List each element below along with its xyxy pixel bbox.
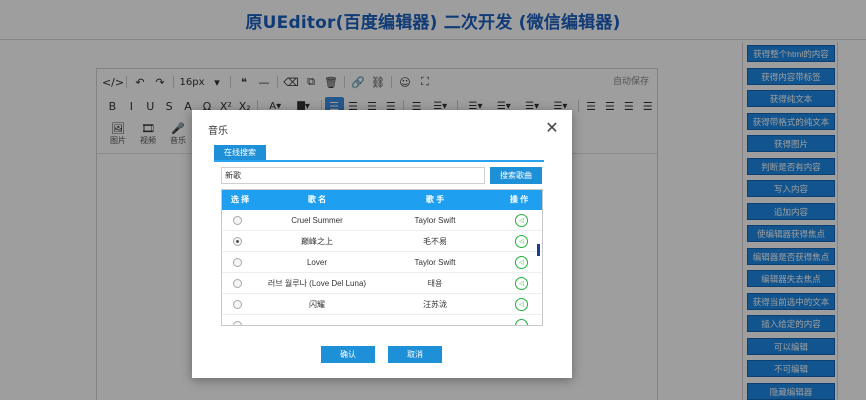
table-row[interactable]: 闪耀 汪苏泷 ◁ [222, 294, 542, 315]
artist-cell: Taylor Swift [414, 216, 456, 225]
column-header-song: 歌 名 [307, 195, 327, 204]
song-table: 选 择 歌 名 歌 手 操 作 Cruel Summer Taylor Swift… [221, 189, 543, 326]
table-row[interactable]: 巅峰之上 毛不易 ◁ [222, 231, 542, 252]
song-name-cell: 러브 월루나 (Love Del Luna) [267, 279, 367, 288]
play-icon[interactable]: ◁ [515, 298, 528, 311]
play-icon[interactable]: ◁ [515, 256, 528, 269]
dialog-title: 音乐 [208, 126, 228, 137]
table-row[interactable]: Cruel Summer Taylor Swift ◁ [222, 210, 542, 231]
song-name-cell: Lover [306, 258, 327, 267]
column-header-action: 操 作 [509, 195, 529, 204]
select-radio[interactable] [233, 321, 242, 325]
table-row[interactable]: Lover Taylor Swift ◁ [222, 252, 542, 273]
table-header: 选 择 歌 名 歌 手 操 作 [222, 190, 542, 210]
tab-bar: 在线搜索 [214, 145, 544, 162]
play-icon[interactable]: ◁ [515, 235, 528, 248]
song-name-cell: 巅峰之上 [301, 237, 333, 246]
play-icon[interactable]: ◁ [515, 277, 528, 290]
select-radio[interactable] [233, 279, 242, 288]
column-header-select: 选 择 [230, 195, 250, 204]
confirm-button[interactable]: 确认 [321, 346, 375, 363]
play-icon[interactable]: ◁ [515, 214, 528, 227]
select-radio[interactable] [233, 300, 242, 309]
select-radio[interactable] [233, 258, 242, 267]
play-icon[interactable] [515, 319, 528, 325]
song-name-cell: Cruel Summer [291, 216, 343, 225]
artist-cell: Taylor Swift [414, 258, 456, 267]
cancel-button[interactable]: 取消 [388, 346, 442, 363]
artist-cell: 汪苏泷 [423, 300, 447, 309]
artist-cell: 태용 [427, 279, 443, 288]
table-row[interactable]: 러브 월루나 (Love Del Luna) 태용 ◁ [222, 273, 542, 294]
artist-cell: 毛不易 [423, 237, 447, 246]
search-button[interactable]: 搜索歌曲 [490, 167, 542, 184]
table-scrollbar[interactable] [537, 244, 540, 256]
search-input[interactable]: 新歌 [221, 167, 485, 184]
select-radio[interactable] [233, 216, 242, 225]
select-radio[interactable] [233, 237, 242, 246]
column-header-artist: 歌 手 [425, 195, 445, 204]
close-icon[interactable]: ✕ [544, 120, 560, 136]
music-dialog: 音乐 ✕ 在线搜索 新歌 搜索歌曲 选 择 歌 名 歌 手 操 作 Cruel … [192, 110, 572, 378]
tab-online-search[interactable]: 在线搜索 [214, 145, 266, 160]
song-name-cell: 闪耀 [309, 300, 325, 309]
table-row-partial[interactable] [222, 315, 542, 325]
